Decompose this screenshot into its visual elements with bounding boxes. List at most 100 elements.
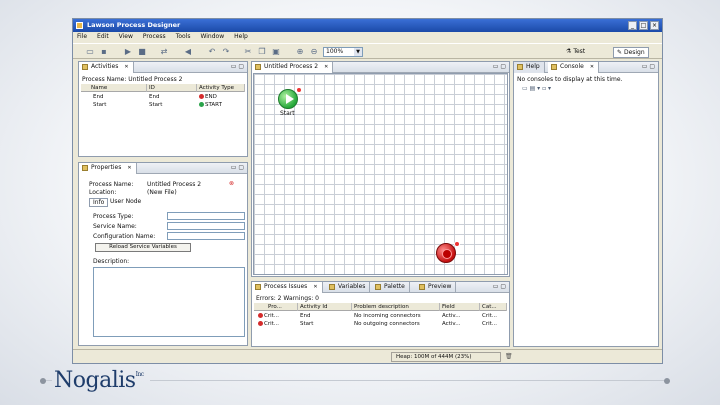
activity-id: Start — [149, 102, 163, 108]
column-header[interactable]: Cat... — [480, 303, 507, 311]
palette-icon — [375, 284, 381, 290]
trash-icon[interactable]: 🗑 — [505, 353, 513, 360]
issue-category: Crit... — [482, 313, 498, 319]
slide-dot-right — [664, 378, 670, 384]
close-button[interactable]: × — [650, 21, 659, 30]
table-row[interactable]: Crit... End No incoming connectors Activ… — [254, 312, 507, 320]
tab-console[interactable]: Console ✕ — [548, 62, 600, 73]
minimize-icon[interactable]: ▭ ▢ — [231, 63, 244, 70]
column-header[interactable]: Pro... — [254, 303, 298, 311]
start-node-icon[interactable] — [278, 89, 298, 109]
process-type-label: Process Type: — [93, 213, 134, 220]
critical-icon — [258, 321, 263, 326]
end-event-icon — [199, 94, 204, 99]
copy-icon[interactable]: ❐ — [257, 47, 267, 57]
back-icon[interactable]: ◀ — [183, 47, 193, 57]
issue-activity: Start — [300, 321, 314, 327]
zoom-in-icon[interactable]: ⊕ — [295, 47, 305, 57]
menu-edit[interactable]: Edit — [97, 33, 109, 42]
tab-untitled-process[interactable]: Untitled Process 2 ✕ — [252, 62, 334, 73]
activity-id: End — [149, 94, 160, 100]
tab-info[interactable]: Info — [89, 198, 109, 207]
properties-panel: Properties ✕ ▭ ▢ Process Name: Untitled P… — [78, 162, 248, 346]
console-toolbar-icons[interactable]: ▭ ▤ ▾ ▫ ▾ — [522, 85, 551, 92]
tab-properties[interactable]: Properties ✕ — [79, 163, 137, 174]
perspective-design-button[interactable]: ✎ Design — [613, 47, 649, 58]
close-icon[interactable]: ✕ — [590, 64, 594, 70]
column-header[interactable]: ID — [147, 84, 197, 92]
cut-icon[interactable]: ✂ — [243, 47, 253, 57]
table-row[interactable]: Start Start START — [81, 101, 245, 109]
tab-activities[interactable]: Activities ✕ — [79, 62, 134, 73]
perspective-test-button[interactable]: ⚗ Test — [563, 47, 588, 58]
issue-problem: No outgoing connectors — [354, 321, 420, 327]
issues-icon — [255, 284, 261, 290]
minimize-icon[interactable]: ▭ ▢ — [231, 164, 244, 171]
column-header[interactable]: Problem description — [352, 303, 440, 311]
minimize-icon[interactable]: ▭ ▢ — [642, 63, 655, 70]
column-header[interactable]: Name — [81, 84, 147, 92]
issue-category: Crit... — [482, 321, 498, 327]
zoom-select[interactable]: 100% ▼ — [323, 47, 363, 57]
close-icon[interactable]: ✕ — [127, 165, 131, 171]
tab-preview[interactable]: Preview — [416, 282, 457, 293]
tab-palette[interactable]: Palette — [372, 282, 410, 293]
menu-help[interactable]: Help — [234, 33, 248, 42]
close-icon[interactable]: ✕ — [313, 284, 317, 290]
new-file-icon[interactable]: ▭ — [85, 47, 95, 57]
zoom-out-icon[interactable]: ⊖ — [309, 47, 319, 57]
tab-variables[interactable]: Variables — [326, 282, 371, 293]
menu-tools[interactable]: Tools — [176, 33, 191, 42]
end-node-icon[interactable] — [436, 243, 456, 263]
column-header[interactable]: Field — [440, 303, 480, 311]
chevron-down-icon: ▼ — [354, 48, 362, 56]
process-name-field-label: Process Name: — [89, 181, 134, 188]
activity-name: Start — [93, 102, 107, 108]
close-icon[interactable]: ✕ — [324, 64, 328, 70]
activities-table-header: Name ID Activity Type — [81, 84, 245, 92]
tab-help[interactable]: Help — [514, 62, 545, 73]
paste-icon[interactable]: ▣ — [271, 47, 281, 57]
reload-service-variables-button[interactable]: Reload Service Variables — [95, 243, 191, 252]
tab-user-node[interactable]: User Node — [107, 198, 144, 205]
tab-process-issues[interactable]: Process Issues ✕ — [252, 282, 323, 293]
table-row[interactable]: Crit... Start No outgoing connectors Act… — [254, 320, 507, 328]
menu-window[interactable]: Window — [200, 33, 224, 42]
tab-untitled-process-label: Untitled Process 2 — [264, 63, 319, 70]
minimize-icon[interactable]: ▭ ▢ — [493, 63, 506, 70]
critical-icon — [258, 313, 263, 318]
redo-icon[interactable]: ↷ — [221, 47, 231, 57]
tab-activities-label: Activities — [91, 63, 119, 70]
description-input[interactable] — [93, 267, 245, 337]
save-icon[interactable]: ▪ — [99, 47, 109, 57]
menu-process[interactable]: Process — [143, 33, 166, 42]
column-header[interactable]: Activity Id — [298, 303, 352, 311]
window-title: Lawson Process Designer — [87, 21, 181, 29]
error-badge-icon — [296, 87, 302, 93]
maximize-button[interactable]: □ — [639, 21, 648, 30]
stop-icon[interactable]: ■ — [137, 47, 147, 57]
error-badge-icon — [454, 241, 460, 247]
service-name-input[interactable] — [167, 222, 245, 230]
perspective-design-label: Design — [623, 49, 645, 56]
service-name-label: Service Name: — [93, 223, 137, 230]
heap-status[interactable]: Heap: 100M of 444M (23%) — [391, 352, 501, 362]
brand-logo: NogalisInc — [54, 368, 144, 393]
deploy-icon[interactable]: ⇄ — [159, 47, 169, 57]
minimize-icon[interactable]: ▭ ▢ — [493, 283, 506, 290]
minimize-button[interactable]: _ — [628, 21, 637, 30]
process-type-input[interactable] — [167, 212, 245, 220]
close-icon[interactable]: ✕ — [124, 64, 128, 70]
process-name-value: Untitled Process 2 — [147, 181, 202, 188]
tab-console-label: Console — [560, 63, 584, 70]
configuration-name-input[interactable] — [167, 232, 245, 240]
issue-activity: End — [300, 313, 311, 319]
column-header[interactable]: Activity Type — [197, 84, 245, 92]
run-icon[interactable]: ▶ — [123, 47, 133, 57]
issue-type-label: Crit... — [264, 321, 280, 327]
menu-file[interactable]: File — [77, 33, 87, 42]
table-row[interactable]: End End END — [81, 93, 245, 101]
undo-icon[interactable]: ↶ — [207, 47, 217, 57]
menu-view[interactable]: View — [119, 33, 133, 42]
error-icon: ⊗ — [229, 180, 235, 187]
